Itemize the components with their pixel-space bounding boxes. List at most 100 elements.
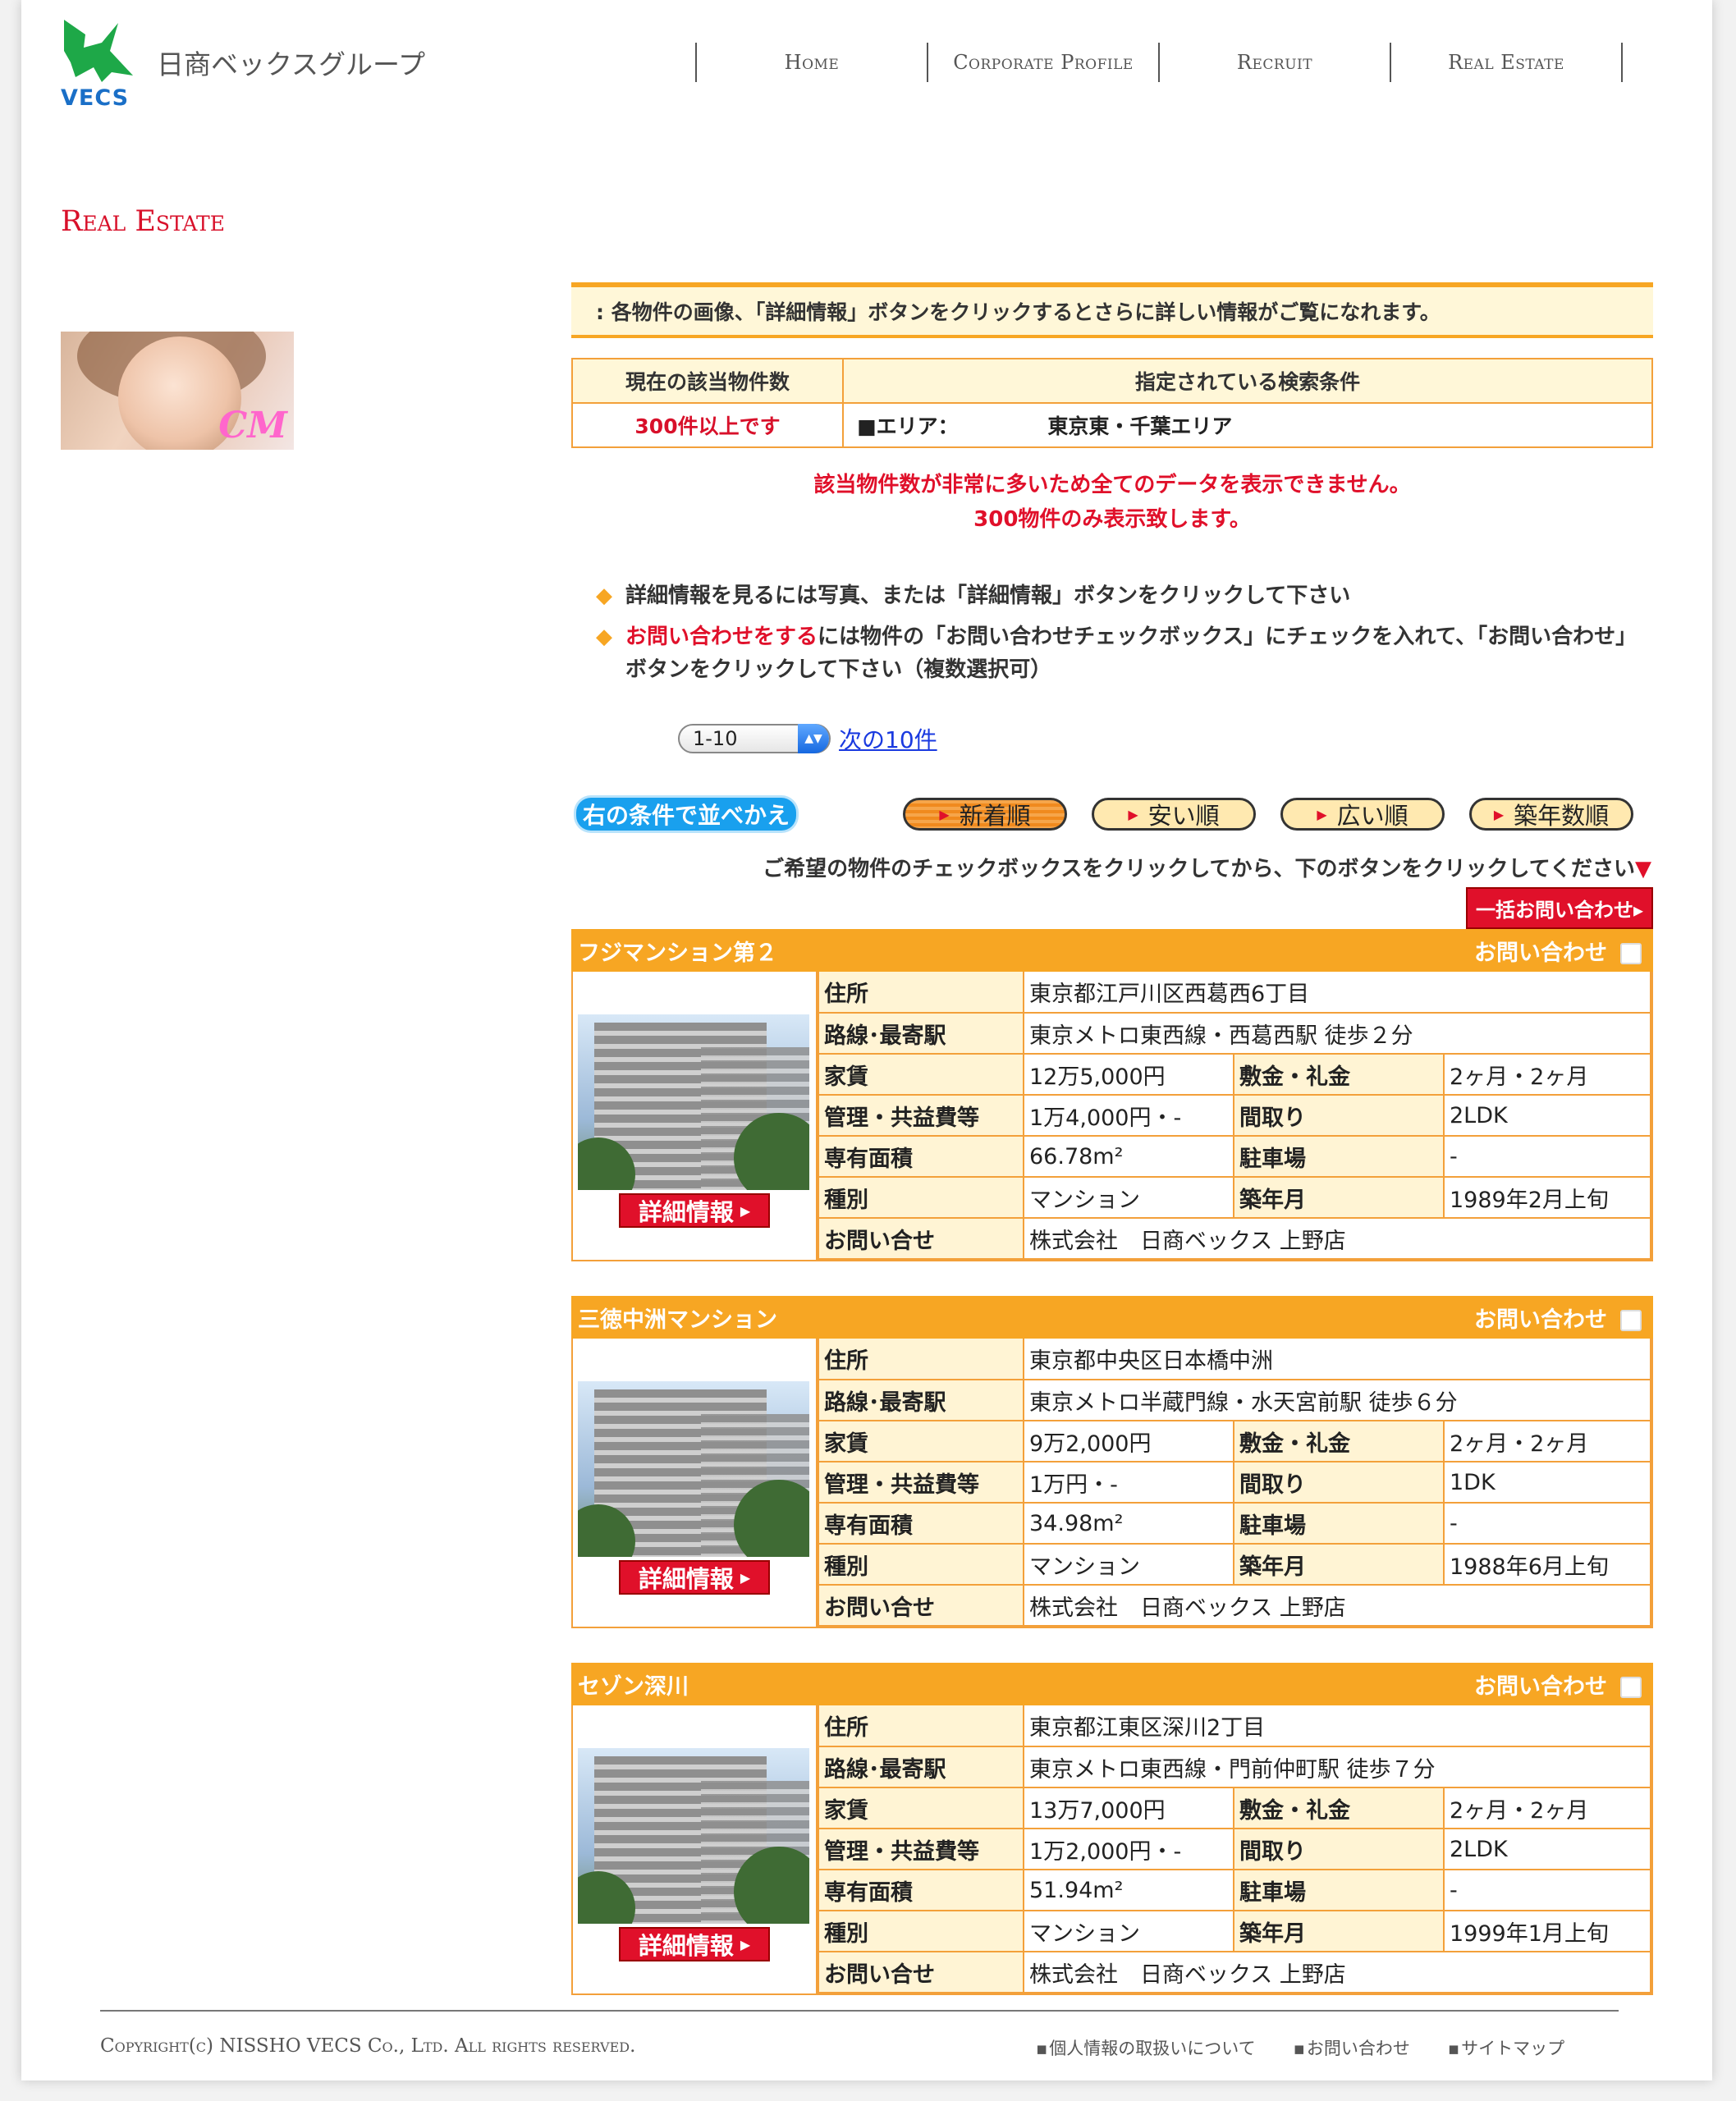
- warning-message: 該当物件数が非常に多いため全てのデータを表示できません。 300物件のみ表示致し…: [571, 468, 1653, 537]
- inquiry-checkbox[interactable]: [1620, 1677, 1642, 1698]
- sort-largest-button[interactable]: ▶ 広い順: [1280, 798, 1445, 831]
- nav-corporate-profile[interactable]: Corporate Profile: [927, 43, 1158, 82]
- address-label: 住所: [818, 1705, 1024, 1747]
- detail-button[interactable]: 詳細情報 ▶: [619, 1927, 770, 1961]
- nav-real-estate[interactable]: Real Estate: [1390, 43, 1623, 82]
- count-header: 現在の該当物件数: [571, 358, 844, 404]
- parking-value: -: [1443, 1502, 1651, 1545]
- deposit-value: 2ヶ月・2ヶ月: [1443, 1420, 1651, 1462]
- inquiry-label: お問い合わせ: [1474, 1307, 1607, 1333]
- footer-link-contact[interactable]: お問い合わせ: [1294, 2035, 1410, 2060]
- listing-name[interactable]: フジマンション第２: [578, 935, 777, 967]
- brand-name: 日商ベックスグループ: [157, 48, 426, 80]
- sort-newest-label: 新着順: [959, 802, 1031, 830]
- footer-link-sitemap[interactable]: サイトマップ: [1448, 2035, 1564, 2060]
- cm-banner[interactable]: CM: [61, 332, 294, 450]
- play-icon: ▶: [740, 1936, 751, 1952]
- contact-value: 株式会社 日商ベックス 上野店: [1023, 1584, 1651, 1627]
- photo-column: 詳細情報 ▶: [573, 1705, 818, 1993]
- area-label: 専有面積: [818, 1869, 1024, 1911]
- built-value: 1999年1月上旬: [1443, 1910, 1651, 1952]
- type-label: 種別: [818, 1176, 1024, 1219]
- warning-line-1: 該当物件数が非常に多いため全てのデータを表示できません。: [813, 473, 1411, 497]
- layout-value: 1DK: [1443, 1461, 1651, 1504]
- area-value: 66.78m²: [1023, 1135, 1234, 1178]
- station-label: 路線･最寄駅: [818, 1012, 1024, 1055]
- page-range-select[interactable]: 1-10 ▲▼: [678, 724, 831, 753]
- nav-recruit[interactable]: Recruit: [1158, 43, 1390, 82]
- condition-value: 東京東・千葉エリア: [1047, 414, 1233, 438]
- contact-value: 株式会社 日商ベックス 上野店: [1023, 1951, 1651, 1993]
- diamond-icon: ◆: [596, 625, 612, 649]
- notice-bar: : 各物件の画像、「詳細情報」ボタンをクリックするとさらに詳しい情報がご覧になれ…: [571, 282, 1653, 338]
- property-table: 住所 東京都江東区深川2丁目 路線･最寄駅 東京メトロ東西線・門前仲町駅 徒歩７分 …: [818, 1705, 1651, 1993]
- inquiry-toggle[interactable]: お問い合わせ: [1474, 1302, 1642, 1334]
- rent-value: 12万5,000円: [1023, 1053, 1234, 1096]
- inquiry-checkbox[interactable]: [1620, 1310, 1642, 1331]
- type-label: 種別: [818, 1910, 1024, 1952]
- parking-value: -: [1443, 1869, 1651, 1911]
- logo-text: VECS: [61, 85, 130, 111]
- play-icon: ▶: [1317, 806, 1327, 822]
- instruction-item: ◆ 詳細情報を見るには写真、または「詳細情報」ボタンをクリックして下さい: [596, 579, 1653, 612]
- type-value: マンション: [1023, 1910, 1234, 1952]
- detail-button-label: 詳細情報: [638, 1565, 734, 1593]
- footer-divider: [100, 2010, 1619, 2012]
- built-label: 築年月: [1233, 1176, 1445, 1219]
- photo-column: 詳細情報 ▶: [573, 1339, 818, 1627]
- listing-header: セゾン深川 お問い合わせ: [571, 1663, 1653, 1705]
- bulk-instruction: ご希望の物件のチェックボックスをクリックしてから、下のボタンをクリックしてくださ…: [571, 852, 1653, 882]
- bulk-inquiry-button[interactable]: 一括お問い合わせ▸: [1465, 887, 1653, 929]
- cm-label: CM: [218, 405, 287, 446]
- play-icon: ▶: [1128, 806, 1138, 822]
- address-value: 東京都中央区日本橋中洲: [1023, 1339, 1651, 1380]
- detail-button[interactable]: 詳細情報 ▶: [619, 1560, 770, 1595]
- detail-button[interactable]: 詳細情報 ▶: [619, 1193, 770, 1228]
- station-value: 東京メトロ半蔵門線・水天宮前駅 徒歩６分: [1023, 1379, 1651, 1421]
- station-label: 路線･最寄駅: [818, 1746, 1024, 1788]
- layout-label: 間取り: [1233, 1461, 1445, 1504]
- main-nav: Home Corporate Profile Recruit Real Esta…: [695, 43, 1623, 82]
- footer-link-privacy[interactable]: 個人情報の取扱いについて: [1036, 2035, 1255, 2060]
- play-icon: ▶: [939, 806, 950, 822]
- property-photo[interactable]: [578, 1014, 809, 1190]
- property-table: 住所 東京都江戸川区西葛西6丁目 路線･最寄駅 東京メトロ東西線・西葛西駅 徒歩２分…: [818, 972, 1651, 1260]
- play-icon: ▶: [740, 1202, 751, 1219]
- fee-value: 1万2,000円・-: [1023, 1828, 1234, 1870]
- search-condition: ■エリア： 東京東・千葉エリア: [842, 402, 1653, 448]
- property-photo[interactable]: [578, 1748, 809, 1924]
- built-label: 築年月: [1233, 1543, 1445, 1586]
- address-value: 東京都江戸川区西葛西6丁目: [1023, 972, 1651, 1014]
- deposit-label: 敷金・礼金: [1233, 1053, 1445, 1096]
- sort-newest-button[interactable]: ▶ 新着順: [903, 798, 1067, 831]
- condition-header: 指定されている検索条件: [842, 358, 1653, 404]
- fee-label: 管理・共益費等: [818, 1094, 1024, 1137]
- listing-header: フジマンション第２ お問い合わせ: [571, 929, 1653, 972]
- inquiry-toggle[interactable]: お問い合わせ: [1474, 1668, 1642, 1700]
- triangle-down-icon: ▼: [1635, 857, 1651, 881]
- instruction-item: ◆ お問い合わせをするには物件の「お問い合わせチェックボックス」にチェックを入れ…: [596, 620, 1653, 686]
- layout-value: 2LDK: [1443, 1094, 1651, 1137]
- listing-name[interactable]: 三徳中洲マンション: [578, 1302, 777, 1334]
- property-table: 住所 東京都中央区日本橋中洲 路線･最寄駅 東京メトロ半蔵門線・水天宮前駅 徒歩６分…: [818, 1339, 1651, 1627]
- type-value: マンション: [1023, 1176, 1234, 1219]
- bulk-row: 一括お問い合わせ▸: [571, 887, 1653, 929]
- listing-item: 三徳中洲マンション お問い合わせ 詳細情報 ▶ 住所 東京都中央区日本橋中洲 路線･…: [571, 1296, 1653, 1628]
- page: VECS 日商ベックスグループ Home Corporate Profile R…: [21, 0, 1712, 2080]
- property-photo[interactable]: [578, 1381, 809, 1557]
- sort-cheapest-button[interactable]: ▶ 安い順: [1092, 798, 1256, 831]
- inquiry-toggle[interactable]: お問い合わせ: [1474, 935, 1642, 967]
- parking-label: 駐車場: [1233, 1502, 1445, 1545]
- nav-home[interactable]: Home: [695, 43, 927, 82]
- deposit-value: 2ヶ月・2ヶ月: [1443, 1787, 1651, 1829]
- updown-arrow-icon: ▲▼: [798, 724, 829, 753]
- page-range-value: 1-10: [693, 727, 738, 750]
- listing-header: 三徳中洲マンション お問い合わせ: [571, 1296, 1653, 1339]
- next-page-link[interactable]: 次の10件: [839, 722, 937, 755]
- sort-cheapest-label: 安い順: [1147, 802, 1220, 830]
- inquiry-checkbox[interactable]: [1620, 943, 1642, 964]
- sort-age-button[interactable]: ▶ 築年数順: [1469, 798, 1633, 831]
- listing-name[interactable]: セゾン深川: [578, 1668, 689, 1700]
- footer-links: 個人情報の取扱いについて お問い合わせ サイトマップ: [1036, 2035, 1564, 2060]
- inquiry-label: お問い合わせ: [1474, 940, 1607, 966]
